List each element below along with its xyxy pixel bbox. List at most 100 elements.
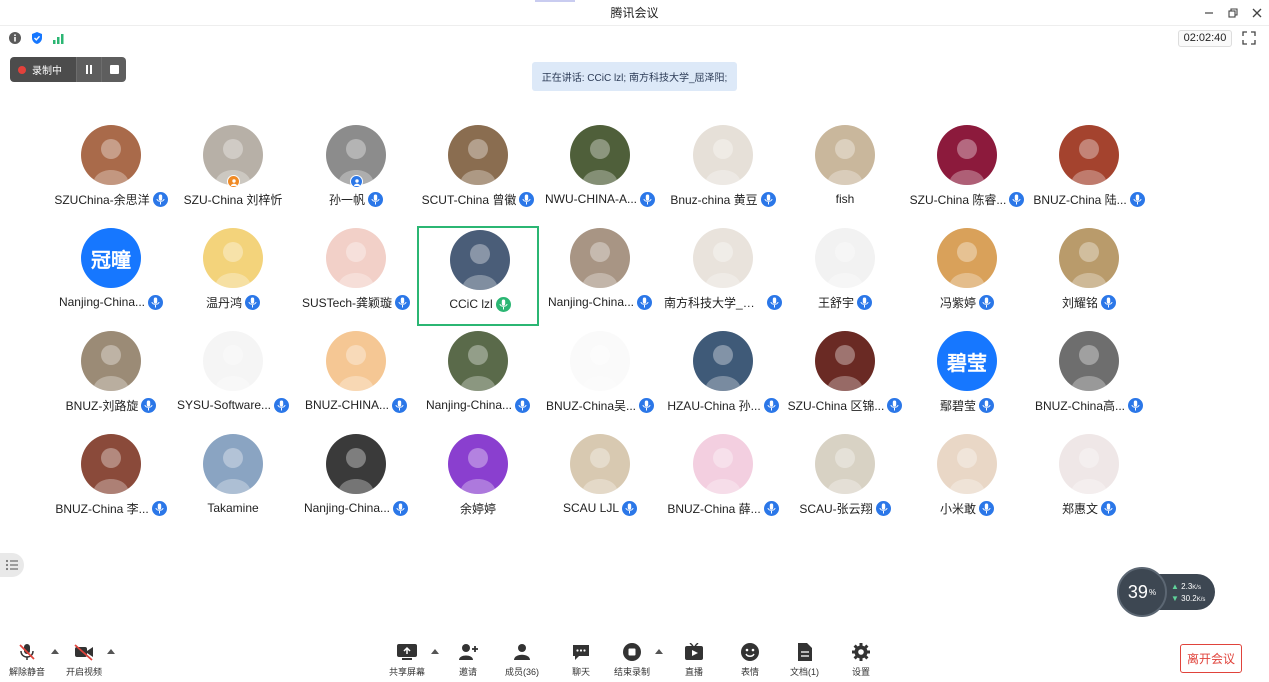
participant-tile[interactable]: SUSTech-龚颖璇: [295, 226, 417, 326]
settings-label: 设置: [851, 667, 870, 677]
participant-name: Nanjing-China...: [425, 398, 513, 412]
participant-tile[interactable]: BNUZ-China高...: [1028, 329, 1150, 429]
share-screen-icon: [396, 642, 418, 662]
pink-elephant-avatar: [693, 434, 753, 494]
participant-tile[interactable]: BNUZ-China 李...: [50, 432, 172, 532]
participant-tile[interactable]: SYSU-Software...: [172, 329, 294, 429]
live-icon: [683, 642, 705, 662]
mic-icon: [640, 191, 655, 207]
participant-tile[interactable]: fish: [784, 123, 906, 223]
docs-button[interactable]: 文档(1): [790, 642, 819, 678]
mic-icon: [979, 294, 994, 310]
participant-tile[interactable]: 冯紫婷: [906, 226, 1028, 326]
avatar-silhouette: [460, 345, 496, 391]
reactions-button[interactable]: 表情: [739, 642, 761, 678]
participant-tile[interactable]: SZU-China 刘梓忻: [172, 123, 294, 223]
participant-tile[interactable]: BNUZ-China吴...: [539, 329, 661, 429]
settings-button[interactable]: 设置: [850, 642, 872, 678]
participant-name-row: HZAU-China 孙...: [662, 397, 784, 413]
mic-icon: [857, 294, 872, 310]
participant-tile[interactable]: SZUChina-余思洋: [50, 123, 172, 223]
mic-icon: [274, 397, 290, 413]
participant-tile[interactable]: HZAU-China 孙...: [662, 329, 784, 429]
participant-tile[interactable]: BNUZ-China 薛...: [662, 432, 784, 532]
avatar-silhouette: [460, 139, 496, 185]
video-options-caret[interactable]: [107, 649, 115, 654]
chat-button[interactable]: 聊天: [570, 642, 592, 678]
anime-girl-avatar: [815, 331, 875, 391]
participant-tile[interactable]: SZU-China 区锦...: [784, 329, 906, 429]
participant-tile[interactable]: 刘耀铭: [1028, 226, 1150, 326]
stop-recording-label: 结束录制: [614, 667, 651, 677]
recording-options-caret[interactable]: [655, 649, 663, 654]
avatar-silhouette: [705, 242, 741, 288]
participant-name-row: BNUZ-刘路旋: [50, 397, 172, 413]
participant-tile[interactable]: Nanjing-China...: [295, 432, 417, 532]
participant-list-toggle[interactable]: [0, 553, 24, 577]
participant-name: BNUZ-China吴...: [545, 398, 637, 413]
participant-tile[interactable]: 王舒宇: [784, 226, 906, 326]
stop-recording-toolbar-button[interactable]: 结束录制: [614, 642, 650, 678]
participant-tile[interactable]: Bnuz-china 黄豆: [662, 123, 784, 223]
mic-icon: [1129, 191, 1145, 207]
outdoor-photo-avatar: [448, 331, 508, 391]
participant-name-row: 小米敢: [906, 500, 1028, 516]
participant-tile[interactable]: NWU-CHINA-A...: [539, 123, 661, 223]
participant-tile[interactable]: 温丹鸿: [172, 226, 294, 326]
participant-tile[interactable]: 碧莹 鄢碧莹: [906, 329, 1028, 429]
anime-boy-avatar: [693, 331, 753, 391]
mic-icon: [151, 500, 167, 516]
participant-tile[interactable]: SCAU-张云翔: [784, 432, 906, 532]
participant-tile[interactable]: 郑惠文: [1028, 432, 1150, 532]
participant-name-row: SCUT-China 曾徽: [417, 191, 539, 207]
participant-tile[interactable]: SCUT-China 曾徽: [417, 123, 539, 223]
network-widget[interactable]: ▲ 2.3K/s ▼ 30.2K/s 39%: [1117, 567, 1217, 617]
participant-tile[interactable]: 孙一帆: [295, 123, 417, 223]
participant-name-row: SZU-China 陈睿...: [906, 191, 1028, 207]
line-girl-avatar: [570, 331, 630, 391]
participant-tile[interactable]: SCAU LJL: [539, 432, 661, 532]
participant-tile[interactable]: 南方科技大学_屈...: [662, 226, 784, 326]
participant-name-row: 孙一帆: [295, 191, 417, 207]
share-screen-button[interactable]: 共享屏幕: [389, 642, 425, 678]
participant-name: SUSTech-龚颖璇: [301, 295, 393, 310]
mic-icon: [519, 191, 535, 207]
list-icon: [5, 559, 18, 571]
bw-photo-avatar: [1059, 331, 1119, 391]
invite-button[interactable]: 邀请: [457, 642, 479, 678]
participant-name-row: Nanjing-China...: [50, 294, 172, 310]
participant-tile[interactable]: Takamine: [172, 432, 294, 532]
mic-icon: [1101, 294, 1116, 310]
participant-tile[interactable]: CCiC lzl: [417, 226, 539, 326]
participant-tile[interactable]: BNUZ-China 陆...: [1028, 123, 1150, 223]
participant-tile[interactable]: 余婷婷: [417, 432, 539, 532]
unmute-button[interactable]: 解除静音: [9, 642, 45, 678]
audio-options-caret[interactable]: [51, 649, 59, 654]
participant-name-row: SCAU LJL: [539, 500, 661, 516]
avatar-silhouette: [215, 242, 251, 288]
start-video-button[interactable]: 开启视频: [66, 642, 102, 678]
avatar-silhouette: [582, 345, 618, 391]
participant-name-row: BNUZ-China 李...: [50, 500, 172, 516]
participant-name-row: NWU-CHINA-A...: [539, 191, 661, 207]
participant-name-row: fish: [784, 191, 906, 207]
live-button[interactable]: 直播: [683, 642, 705, 678]
docs-label: 文档(1): [790, 667, 819, 677]
mic-icon: [515, 397, 531, 413]
participant-tile[interactable]: 小米敢: [906, 432, 1028, 532]
leave-meeting-button[interactable]: 离开会议: [1180, 644, 1242, 673]
participant-tile[interactable]: BNUZ-CHINA...: [295, 329, 417, 429]
share-options-caret[interactable]: [431, 649, 439, 654]
participant-tile[interactable]: SZU-China 陈睿...: [906, 123, 1028, 223]
participant-tile[interactable]: 冠曈 Nanjing-China...: [50, 226, 172, 326]
participant-tile[interactable]: Nanjing-China...: [417, 329, 539, 429]
participant-name-row: 南方科技大学_屈...: [662, 294, 784, 310]
piano-bw-avatar: [326, 434, 386, 494]
participant-name-row: BNUZ-CHINA...: [295, 397, 417, 413]
participant-name: BNUZ-China 李...: [55, 501, 149, 516]
members-button[interactable]: 成员(36): [505, 642, 539, 678]
participant-tile[interactable]: Nanjing-China...: [539, 226, 661, 326]
mic-icon: [1128, 397, 1144, 413]
participant-tile[interactable]: BNUZ-刘路旋: [50, 329, 172, 429]
participant-name-row: BNUZ-China 薛...: [662, 500, 784, 516]
